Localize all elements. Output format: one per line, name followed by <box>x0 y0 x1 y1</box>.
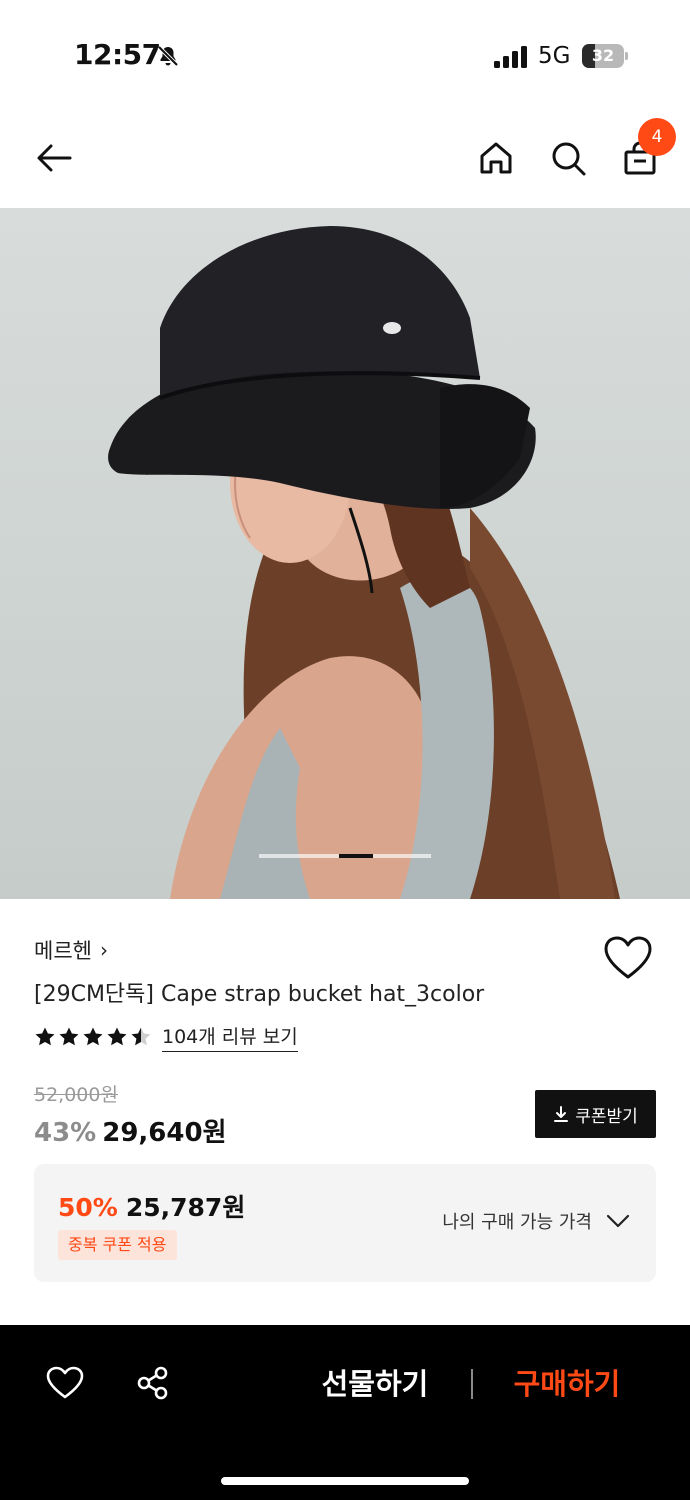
back-button[interactable] <box>30 134 78 182</box>
chevron-down-icon <box>606 1214 630 1228</box>
star-icon <box>131 1027 151 1046</box>
product-image[interactable] <box>0 208 690 899</box>
best-price-panel[interactable]: 50% 25,787원 중복 쿠폰 적용 나의 구매 가능 가격 <box>34 1164 656 1282</box>
sale-price: 29,640원 <box>102 1118 227 1148</box>
bell-off-icon <box>157 45 179 67</box>
status-time: 12:57 <box>74 38 161 71</box>
chevron-right-icon: › <box>99 938 108 962</box>
discount-rate: 43% <box>34 1118 97 1148</box>
gift-button[interactable]: 선물하기 <box>300 1361 450 1407</box>
brand-name: 메르헨 <box>34 939 92 963</box>
home-indicator <box>221 1477 469 1485</box>
share-icon <box>137 1366 168 1400</box>
home-icon <box>480 142 512 174</box>
product-photo <box>108 226 620 899</box>
best-discount-rate: 50% <box>58 1193 118 1222</box>
status-bar: 12:57 5G 32 <box>0 0 690 110</box>
search-icon <box>552 142 586 176</box>
my-price-label: 나의 구매 가능 가격 <box>442 1212 592 1233</box>
network-type: 5G <box>538 43 571 69</box>
download-icon <box>554 1106 569 1122</box>
share-button[interactable] <box>129 1359 177 1407</box>
buy-button[interactable]: 구매하기 <box>492 1361 642 1407</box>
my-price-toggle[interactable]: 나의 구매 가능 가격 <box>442 1208 630 1234</box>
review-link[interactable]: 104개 리뷰 보기 <box>162 1022 298 1052</box>
star-icon <box>107 1027 127 1046</box>
image-pagination-active <box>338 854 373 858</box>
star-icon <box>59 1027 79 1046</box>
price-row: 43% 29,640원 <box>34 1112 227 1149</box>
top-nav <box>0 110 690 208</box>
heart-icon <box>46 1366 84 1399</box>
coupon-download-button[interactable]: 쿠폰받기 <box>535 1090 656 1138</box>
original-price: 52,000원 <box>34 1084 118 1106</box>
signal-icon <box>494 46 527 68</box>
star-icon <box>83 1027 103 1046</box>
bottom-wishlist-button[interactable] <box>41 1359 89 1407</box>
duplicate-coupon-tag: 중복 쿠폰 적용 <box>58 1230 177 1260</box>
home-button[interactable] <box>472 134 520 182</box>
best-price-row: 50% 25,787원 <box>58 1188 245 1224</box>
best-price: 25,787원 <box>125 1193 246 1222</box>
cart-count-badge: 4 <box>638 118 676 156</box>
bottom-action-bar: 선물하기 구매하기 <box>0 1325 690 1500</box>
brand-link[interactable]: 메르헨 › <box>34 935 108 965</box>
image-pagination <box>259 854 431 858</box>
rating-row: 104개 리뷰 보기 <box>34 1022 298 1052</box>
coupon-button-label: 쿠폰받기 <box>575 1106 638 1127</box>
search-button[interactable] <box>544 134 592 182</box>
back-arrow-icon <box>37 144 72 172</box>
wishlist-button[interactable] <box>602 932 654 984</box>
rating-stars <box>34 1026 152 1048</box>
heart-icon <box>604 936 652 979</box>
star-icon <box>35 1027 55 1046</box>
product-title: [29CM단독] Cape strap bucket hat_3color <box>34 982 485 1007</box>
battery-icon: 32 <box>582 44 628 68</box>
bottom-divider <box>471 1369 473 1399</box>
battery-level: 32 <box>591 46 615 65</box>
